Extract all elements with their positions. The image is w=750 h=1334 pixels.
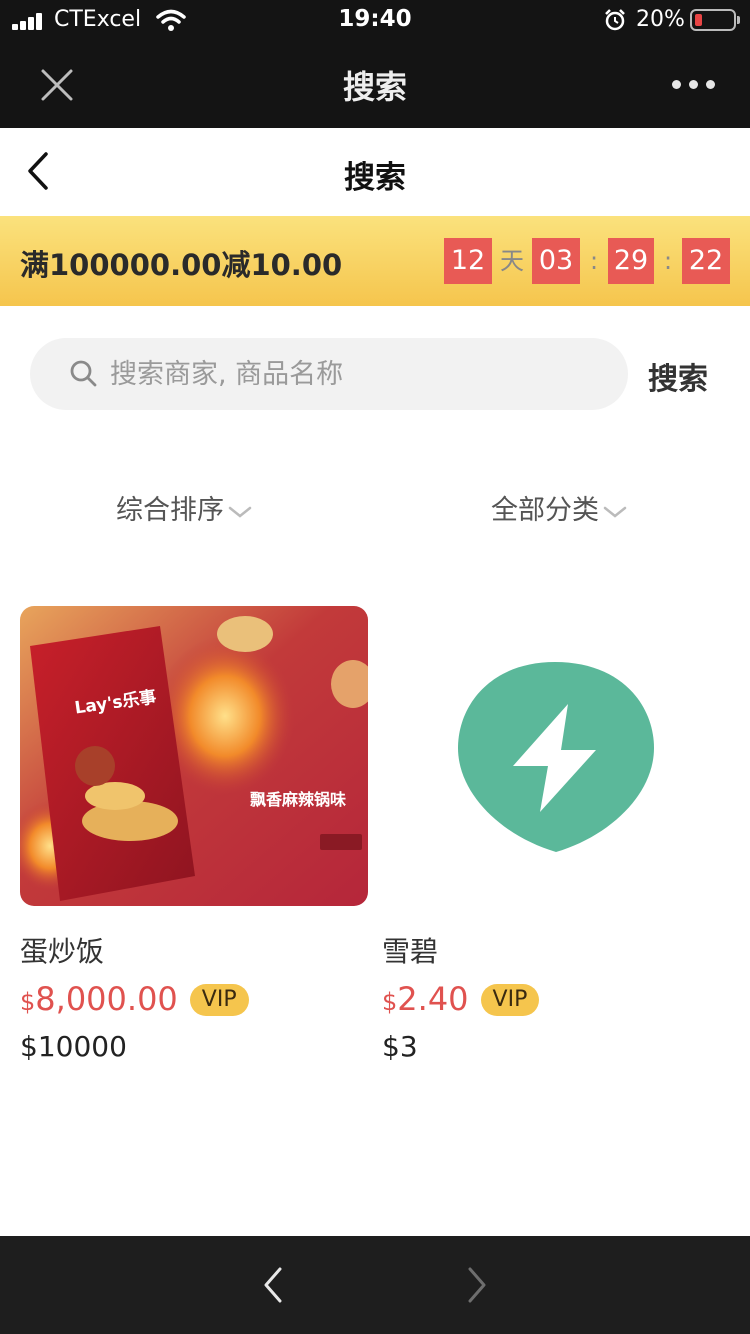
- product-card[interactable]: Lay's乐事 飘香麻辣锅味 蛋炒饭 $8,000.00 VIP $10000: [20, 606, 368, 1063]
- promo-banner: 满100000.00减10.00 12 天 03 : 29 : 22: [0, 216, 750, 306]
- countdown-separator: :: [589, 247, 599, 275]
- countdown-separator: :: [663, 247, 673, 275]
- lightning-bolt-placeholder-icon: [458, 662, 654, 852]
- sort-filter[interactable]: 综合排序: [116, 488, 252, 527]
- search-icon: [70, 360, 97, 387]
- countdown-day-unit: 天: [500, 247, 524, 275]
- price-value: 8,000.00: [35, 980, 178, 1018]
- nav-back-icon[interactable]: [258, 1266, 288, 1304]
- original-price: $3: [382, 1030, 418, 1063]
- product-image[interactable]: Lay's乐事 飘香麻辣锅味: [20, 606, 368, 906]
- product-name: 雪碧: [382, 935, 439, 968]
- vip-badge: VIP: [480, 984, 540, 1016]
- chevron-down-icon: [228, 506, 252, 518]
- page-title: 搜索: [344, 160, 406, 196]
- sort-filter-label: 综合排序: [116, 495, 224, 526]
- battery-icon: [690, 9, 740, 31]
- chips-photo: [20, 606, 368, 906]
- product-price: $2.40 VIP: [382, 980, 540, 1018]
- currency-symbol: $: [20, 988, 36, 1016]
- original-price: $10000: [20, 1030, 127, 1063]
- vip-badge: VIP: [189, 984, 249, 1016]
- countdown-hours: 03: [532, 238, 580, 284]
- page-header: 搜索: [0, 128, 750, 216]
- product-price: $8,000.00 VIP: [20, 980, 249, 1018]
- promo-text: 满100000.00减10.00: [20, 248, 343, 282]
- countdown-days: 12: [444, 238, 492, 284]
- currency-symbol: $: [382, 988, 398, 1016]
- product-name: 蛋炒饭: [20, 935, 105, 968]
- more-icon[interactable]: [672, 80, 716, 90]
- nav-forward-icon[interactable]: [462, 1266, 492, 1304]
- search-input[interactable]: [110, 352, 590, 396]
- price-value: 2.40: [397, 980, 469, 1018]
- search-box[interactable]: [30, 338, 628, 410]
- webview-title: 搜索: [342, 68, 407, 106]
- alarm-icon: [605, 9, 625, 31]
- countdown-seconds: 22: [682, 238, 730, 284]
- countdown-minutes: 29: [608, 238, 654, 284]
- category-filter-label: 全部分类: [491, 495, 599, 526]
- webview-top-bar: 搜索: [0, 42, 750, 128]
- product-card[interactable]: 雪碧 $2.40 VIP $3: [382, 606, 730, 1063]
- search-button[interactable]: 搜索: [648, 354, 708, 398]
- product-image[interactable]: [382, 606, 730, 906]
- bottom-nav-bar: [0, 1236, 750, 1334]
- category-filter[interactable]: 全部分类: [491, 488, 627, 527]
- battery-level: [695, 14, 702, 26]
- chips-flavor-text: 飘香麻辣锅味: [250, 790, 347, 809]
- status-bar: CTExcel 19:40 20%: [0, 0, 750, 42]
- battery-percent: 20%: [636, 7, 685, 32]
- chevron-down-icon: [603, 506, 627, 518]
